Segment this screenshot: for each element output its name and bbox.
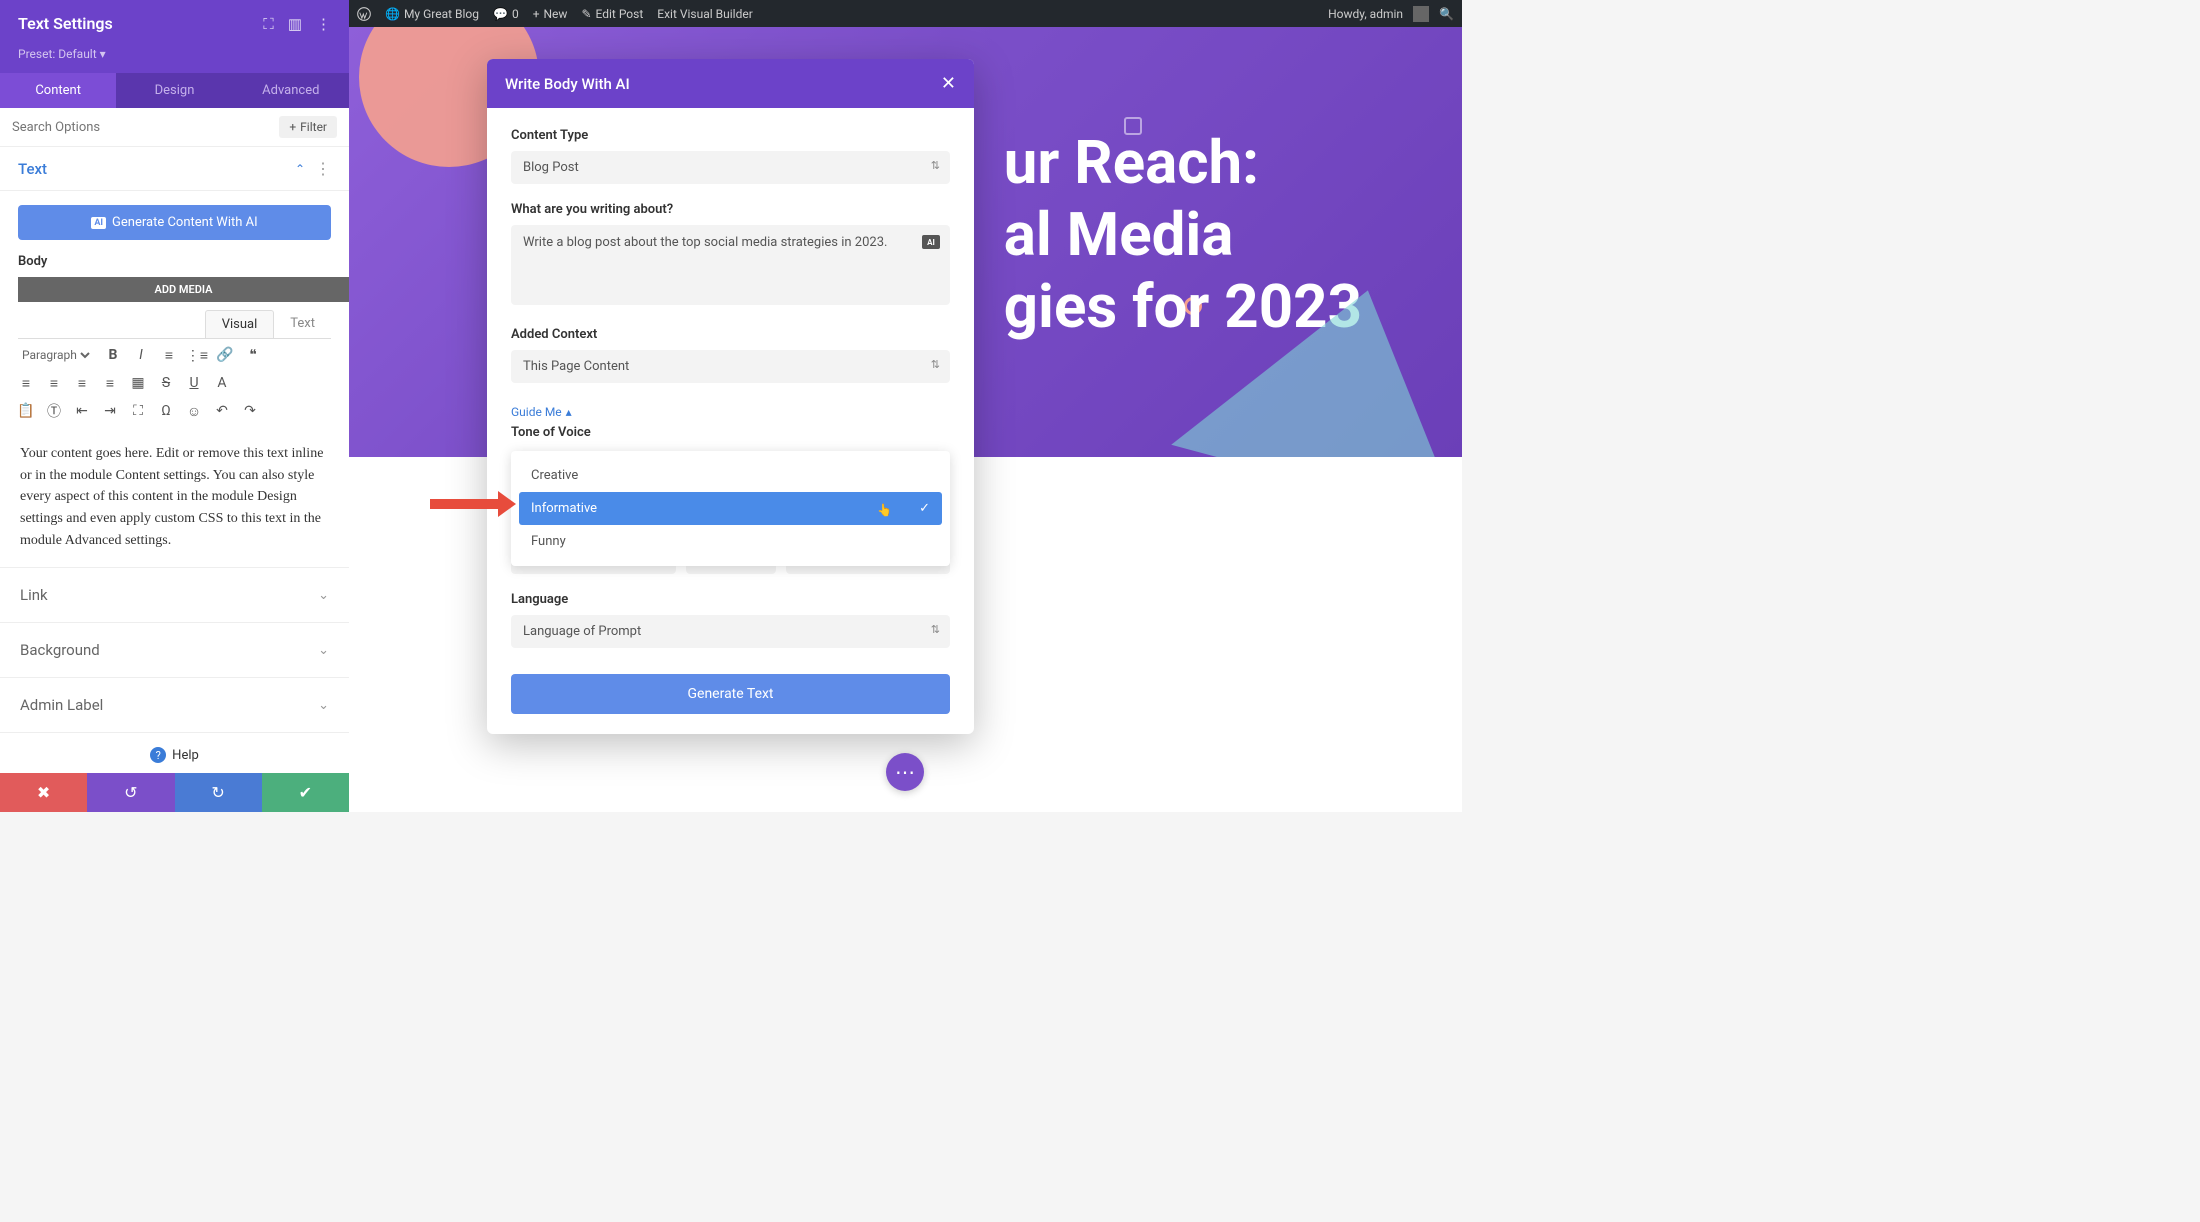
quote-icon[interactable]: ❝: [245, 347, 261, 363]
body-label: Body: [0, 240, 349, 277]
format-select[interactable]: Paragraph: [18, 347, 93, 363]
annotation-arrow: [430, 499, 500, 509]
tab-design[interactable]: Design: [116, 73, 232, 108]
editor-mode-tabs: Visual Text: [18, 310, 331, 339]
kebab-icon[interactable]: ⋮: [315, 159, 331, 178]
sidebar-header: Text Settings ⛶ ▥ ⋮: [0, 0, 349, 47]
chevron-down-icon: ⌄: [318, 643, 329, 658]
sidebar-title: Text Settings: [18, 14, 113, 33]
context-label: Added Context: [511, 327, 950, 342]
chevron-down-icon: ⌄: [318, 698, 329, 713]
wp-admin-bar: 🌐 My Great Blog 💬 0 + New ✎ Edit Post Ex…: [349, 0, 1462, 27]
link-icon[interactable]: 🔗: [217, 347, 233, 363]
confirm-button[interactable]: ✔: [262, 773, 349, 812]
modal-header: Write Body With AI ✕: [487, 59, 974, 108]
search-icon[interactable]: 🔍: [1439, 7, 1454, 21]
align-right-icon[interactable]: ≡: [74, 375, 90, 391]
search-input[interactable]: [12, 120, 279, 135]
underline-icon[interactable]: U: [186, 375, 202, 391]
language-label: Language: [511, 592, 950, 607]
about-textarea[interactable]: Write a blog post about the top social m…: [511, 225, 950, 305]
generate-text-button[interactable]: Generate Text: [511, 674, 950, 714]
undo-button[interactable]: ↺: [87, 773, 174, 812]
align-justify-icon[interactable]: ≡: [102, 375, 118, 391]
hero-triangle-shape: [1171, 252, 1462, 457]
help-link[interactable]: ?Help: [0, 732, 349, 777]
content-type-select[interactable]: Blog Post: [511, 151, 950, 184]
filter-button[interactable]: + Filter: [279, 116, 337, 138]
tone-dropdown: Creative Informative 👆 ✓ Funny: [511, 451, 950, 566]
strike-icon[interactable]: S: [158, 375, 174, 391]
background-section[interactable]: Background⌄: [0, 622, 349, 677]
tone-option-funny[interactable]: Funny: [519, 525, 942, 558]
textcolor-icon[interactable]: A: [214, 375, 230, 391]
special-char-icon[interactable]: Ω: [158, 403, 174, 419]
help-icon: ?: [150, 747, 166, 763]
chevron-up-icon: ⌃: [295, 162, 305, 176]
tab-advanced[interactable]: Advanced: [233, 73, 349, 108]
settings-sidebar: Text Settings ⛶ ▥ ⋮ Preset: Default ▾ Co…: [0, 0, 349, 773]
focus-icon[interactable]: ⛶: [263, 15, 274, 33]
edit-post-link[interactable]: ✎ Edit Post: [581, 7, 643, 21]
context-select[interactable]: This Page Content: [511, 350, 950, 383]
redo-icon[interactable]: ↷: [242, 403, 258, 419]
bullet-list-icon[interactable]: ≡: [161, 347, 177, 363]
add-media-button[interactable]: ADD MEDIA: [18, 277, 349, 302]
fab-more-button[interactable]: ⋯: [886, 753, 924, 791]
emoji-icon[interactable]: ☺: [186, 403, 202, 419]
exit-builder-link[interactable]: Exit Visual Builder: [657, 7, 753, 21]
tone-option-creative[interactable]: Creative: [519, 459, 942, 492]
kebab-icon[interactable]: ⋮: [316, 15, 331, 33]
tab-content[interactable]: Content: [0, 73, 116, 108]
ai-badge-icon[interactable]: AI: [922, 235, 940, 249]
admin-label-section[interactable]: Admin Label⌄: [0, 677, 349, 732]
layout-icon[interactable]: ▥: [288, 15, 302, 33]
preset-label[interactable]: Preset: Default ▾: [0, 47, 349, 73]
sidebar-tabs: Content Design Advanced: [0, 73, 349, 108]
paste-icon[interactable]: 📋: [18, 403, 34, 419]
align-center-icon[interactable]: ≡: [46, 375, 62, 391]
ai-modal: Write Body With AI ✕ Content Type Blog P…: [487, 59, 974, 734]
align-left-icon[interactable]: ≡: [18, 375, 34, 391]
number-list-icon[interactable]: ⋮≡: [189, 347, 205, 363]
italic-icon[interactable]: I: [133, 347, 149, 363]
cursor-icon: 👆: [877, 503, 892, 517]
tab-visual[interactable]: Visual: [205, 310, 275, 338]
language-select[interactable]: Language of Prompt: [511, 615, 950, 648]
wp-logo-icon[interactable]: [357, 7, 371, 21]
tab-text[interactable]: Text: [274, 310, 331, 338]
comments-link[interactable]: 💬 0: [493, 7, 519, 21]
table-icon[interactable]: ▦: [130, 375, 146, 391]
search-row: + Filter: [0, 108, 349, 147]
bold-icon[interactable]: B: [105, 347, 121, 363]
undo-icon[interactable]: ↶: [214, 403, 230, 419]
tone-label: Tone of Voice: [511, 425, 950, 440]
user-avatar[interactable]: [1413, 6, 1429, 22]
indent-icon[interactable]: ⇥: [102, 403, 118, 419]
close-icon[interactable]: ✕: [941, 73, 956, 94]
about-label: What are you writing about?: [511, 202, 950, 217]
guide-me-link[interactable]: Guide Me ▴: [511, 405, 572, 419]
text-section-header[interactable]: Text ⌃ ⋮: [0, 147, 349, 191]
outdent-icon[interactable]: ⇤: [74, 403, 90, 419]
modal-title: Write Body With AI: [505, 75, 630, 93]
new-link[interactable]: + New: [533, 7, 568, 21]
generate-content-ai-button[interactable]: AI Generate Content With AI: [18, 205, 331, 240]
sidebar-action-bar: ✖ ↺ ↻ ✔: [0, 773, 349, 812]
content-type-label: Content Type: [511, 128, 950, 143]
howdy-text[interactable]: Howdy, admin: [1328, 7, 1403, 21]
fullscreen-icon[interactable]: ⛶: [130, 403, 146, 419]
editor-toolbar: Paragraph B I ≡ ⋮≡ 🔗 ❝ ≡ ≡ ≡ ≡ ▦ S U A 📋…: [0, 339, 349, 427]
ai-badge-icon: AI: [91, 217, 106, 229]
chevron-down-icon: ⌄: [318, 588, 329, 603]
cancel-button[interactable]: ✖: [0, 773, 87, 812]
link-section[interactable]: Link⌄: [0, 567, 349, 622]
site-name[interactable]: 🌐 My Great Blog: [385, 7, 479, 21]
redo-button[interactable]: ↻: [175, 773, 262, 812]
body-editor[interactable]: Your content goes here. Edit or remove t…: [18, 433, 331, 561]
clear-icon[interactable]: Ⓣ: [46, 403, 62, 419]
tone-option-informative[interactable]: Informative 👆 ✓: [519, 492, 942, 525]
check-icon: ✓: [919, 501, 930, 516]
